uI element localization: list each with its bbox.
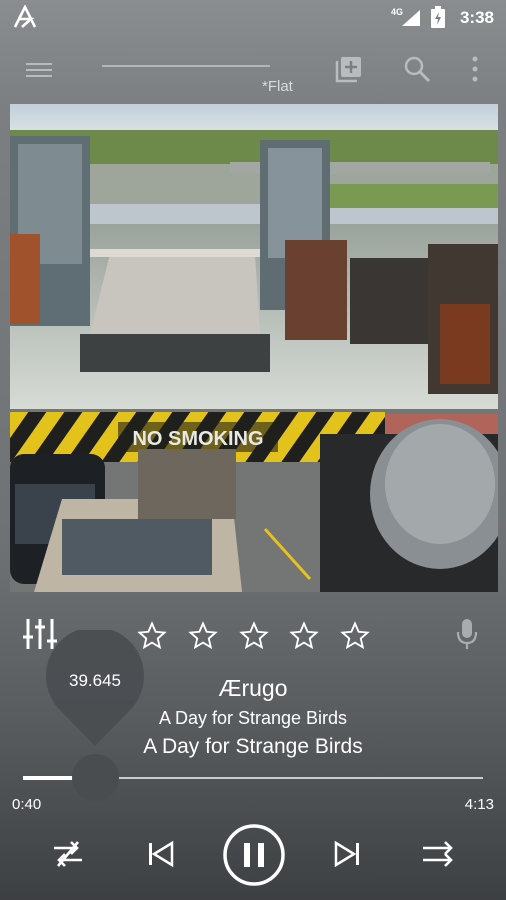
pause-button[interactable] [222,823,286,887]
add-queue-icon[interactable] [334,54,364,84]
preset-divider [102,65,270,67]
album-art[interactable]: NO SMOKING [10,104,498,592]
microphone-icon[interactable] [455,617,479,651]
shuffle-icon[interactable] [420,836,456,872]
rating-star-5-icon[interactable] [340,621,370,651]
signal-icon [402,10,420,26]
album-art-image: NO SMOKING [10,104,498,592]
eq-preset-label[interactable]: *Flat [262,78,293,95]
battery-icon [431,6,445,28]
no-smoking-sign-text: NO SMOKING [132,428,263,450]
seek-thumb[interactable] [72,754,119,801]
search-icon[interactable] [402,54,432,84]
rating-star-3-icon[interactable] [239,621,269,651]
toolbar: *Flat [0,36,506,102]
elapsed-time: 0:40 [12,796,42,813]
total-time: 4:13 [464,796,494,813]
seek-value-label: 39.645 [69,671,121,690]
rating-star-4-icon[interactable] [289,621,319,651]
clock: 3:38 [459,8,494,27]
menu-icon[interactable] [14,56,54,84]
status-bar: 4G 3:38 [0,0,506,36]
more-vert-icon[interactable] [466,54,484,84]
skip-previous-icon[interactable] [146,840,176,868]
repeat-icon[interactable] [50,836,86,872]
skip-next-icon[interactable] [332,840,362,868]
rating-star-2-icon[interactable] [188,621,218,651]
app-logo-icon [13,5,37,28]
